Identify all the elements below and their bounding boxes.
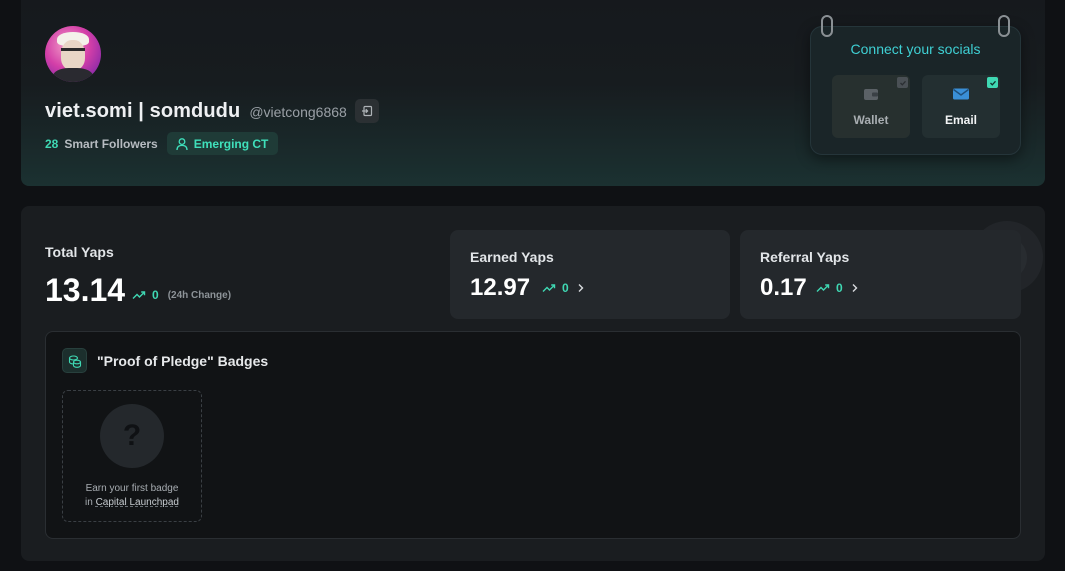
total-change-note: (24h Change)	[167, 289, 232, 301]
smart-followers-label: Smart Followers	[64, 136, 158, 151]
smart-followers-count: 28	[45, 136, 59, 151]
referral-yaps-value: 0.17	[760, 274, 807, 301]
avatar-body	[53, 68, 93, 82]
mail-icon	[953, 88, 969, 100]
empty-badge-prefix: in	[85, 497, 93, 508]
avatar-glasses	[61, 48, 85, 53]
earned-yaps-value: 12.97	[470, 274, 531, 301]
name-row: viet.somi | somdudu @vietcong6868	[45, 99, 379, 123]
badges-header: "Proof of Pledge" Badges	[62, 348, 268, 373]
wallet-label: Wallet	[853, 113, 889, 127]
total-yaps-label: Total Yaps	[45, 244, 114, 260]
trending-up-icon	[542, 284, 556, 292]
badges-panel: "Proof of Pledge" Badges ? Earn your fir…	[45, 331, 1021, 539]
profile-card: viet.somi | somdudu @vietcong6868 28 Sma…	[21, 0, 1045, 186]
empty-badge-slot: ? Earn your first badge in Capital Launc…	[62, 390, 202, 522]
trending-up-icon	[816, 284, 830, 292]
earned-yaps-card[interactable]: Earned Yaps 12.97 0	[450, 230, 730, 319]
referral-yaps-label: Referral Yaps	[760, 249, 850, 265]
total-change-value: 0	[152, 288, 159, 302]
wallet-status-icon	[897, 77, 908, 88]
connect-socials-card: Connect your socials Wallet Email	[810, 15, 1021, 155]
empty-badge-line: Earn your first badge	[85, 483, 179, 494]
connect-wallet-button[interactable]: Wallet	[832, 75, 910, 138]
capital-launchpad-link[interactable]: Capital Launchpad	[96, 497, 179, 508]
email-label: Email	[944, 113, 977, 127]
binder-ring	[821, 15, 833, 37]
tier-label: Emerging CT	[193, 136, 269, 151]
socials-title: Connect your socials	[850, 41, 981, 57]
followers-row: 28 Smart Followers Emerging CT	[45, 132, 279, 155]
referral-yaps-card[interactable]: Referral Yaps 0.17 0	[740, 230, 1021, 319]
earned-yaps-label: Earned Yaps	[470, 249, 554, 265]
trending-up-icon	[132, 291, 146, 299]
user-icon	[176, 137, 188, 150]
email-verified-icon	[987, 77, 998, 88]
earned-yaps-change: 0	[542, 281, 585, 295]
referral-change-value: 0	[836, 281, 843, 295]
chevron-right-icon[interactable]	[851, 283, 859, 293]
coins-icon	[62, 348, 87, 373]
logout-icon	[361, 105, 372, 117]
total-yaps-value: 13.14	[45, 272, 126, 308]
display-name: viet.somi | somdudu	[45, 99, 241, 122]
empty-badge-text: Earn your first badge in Capital Launchp…	[63, 482, 201, 510]
yaps-stats-card: Total Yaps 13.14 0 (24h Change) Earned Y…	[21, 206, 1045, 561]
chevron-right-icon[interactable]	[577, 283, 585, 293]
tier-badge: Emerging CT	[166, 132, 279, 155]
logout-button[interactable]	[354, 99, 379, 123]
badges-title: "Proof of Pledge" Badges	[97, 352, 269, 369]
connect-email-button[interactable]: Email	[922, 75, 1000, 138]
earned-change-value: 0	[562, 281, 569, 295]
user-handle: @vietcong6868	[249, 104, 347, 120]
unknown-badge-icon: ?	[100, 404, 164, 468]
avatar[interactable]	[45, 26, 101, 82]
total-yaps-change: 0 (24h Change)	[132, 288, 231, 302]
avatar-face	[61, 40, 85, 70]
binder-ring	[998, 15, 1010, 37]
referral-yaps-change: 0	[816, 281, 859, 295]
wallet-icon	[864, 89, 878, 100]
